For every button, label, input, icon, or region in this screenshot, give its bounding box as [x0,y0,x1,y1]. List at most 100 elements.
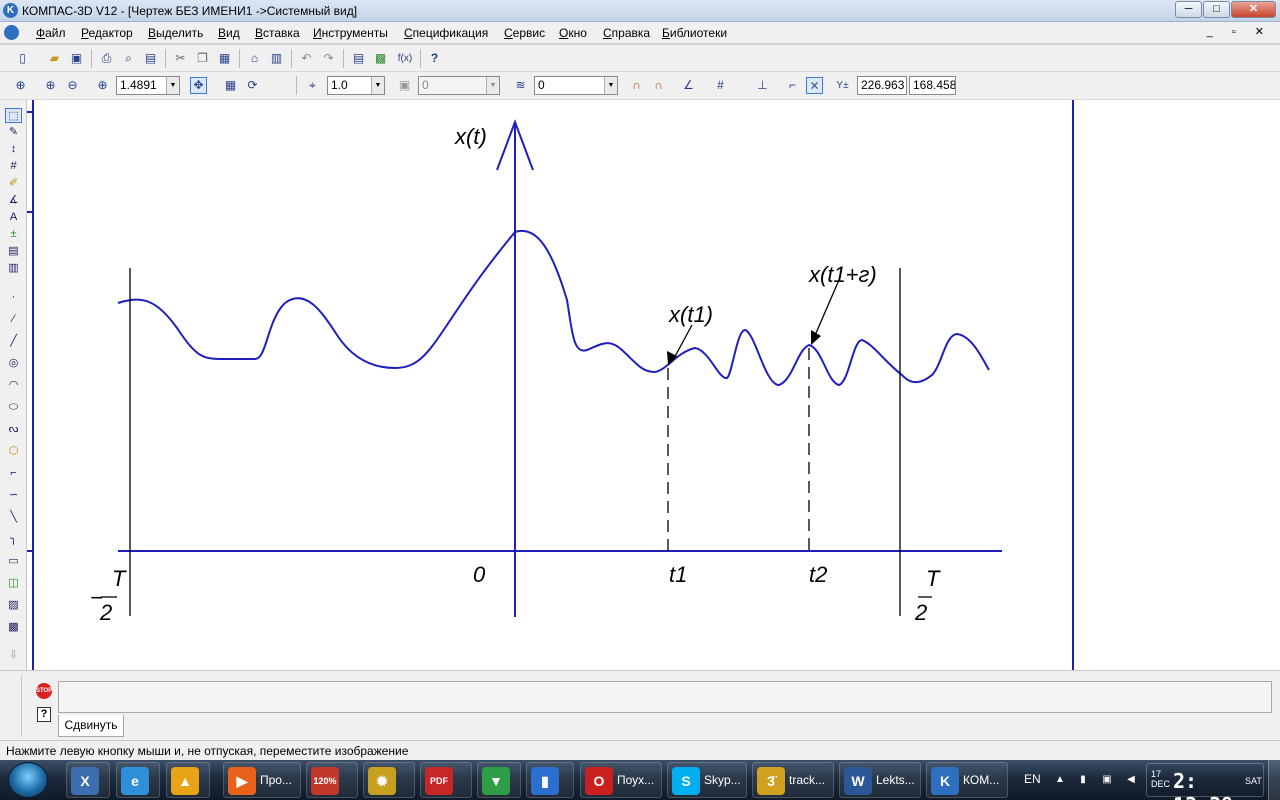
cut-icon[interactable]: ✂ [172,50,189,67]
bezier-icon[interactable]: ∽ [5,488,22,503]
print-icon[interactable]: ⎙ [98,50,115,67]
pan-icon[interactable]: ✥ [190,77,207,94]
dimension-icon[interactable]: ↕ [5,142,22,157]
open-folder-icon[interactable]: ▰ [46,50,63,67]
language-indicator[interactable]: EN [1024,772,1041,786]
fx-icon[interactable]: f(x) [394,50,416,67]
drawing-area[interactable]: x(t) 0 t1 t2 x(t1) x(t1+г) T − 2 T 2 [27,100,1280,670]
grid-icon[interactable]: # [712,77,729,94]
menu-tools[interactable]: Инструменты [313,26,388,40]
properties-icon[interactable]: ▥ [268,50,285,67]
print-preview-icon[interactable]: ⌕ [120,50,137,67]
taskbar-app-opera[interactable]: O Поух... [580,762,662,798]
snap-step-icon[interactable]: ⌖ [304,77,321,94]
menu-libraries[interactable]: Библиотеки [662,26,727,40]
fill-icon[interactable]: ▩ [5,620,22,635]
snap-icon[interactable]: ⨯ [806,77,823,94]
rectangle-icon[interactable]: ▭ [5,554,22,569]
measure-icon[interactable]: ∡ [5,193,22,208]
grid-step-combo[interactable]: 1.0 ▼ [327,76,385,95]
rebuild-icon[interactable]: ▦ [222,77,239,94]
coord-x-field[interactable]: 226.963 [857,76,907,95]
zoom-out-icon[interactable]: ⊖ [64,77,81,94]
spec-icon[interactable]: ± [5,227,22,242]
close-button[interactable]: ✕ [1231,1,1276,18]
zoom-scale-icon[interactable]: ⊕ [94,77,111,94]
ellipse-icon[interactable]: ⬭ [5,400,22,415]
polyline-icon[interactable]: ⌐ [5,466,22,481]
stop-icon[interactable]: STOP [36,683,52,699]
taskbar-app-player[interactable]: ▶ Про... [223,762,301,798]
document-icon[interactable] [4,25,19,40]
copy-icon[interactable]: ❐ [194,50,211,67]
zoom-in-icon[interactable]: ⊕ [42,77,59,94]
menu-insert[interactable]: Вставка [255,26,300,40]
chevron-down-icon[interactable]: ▼ [166,77,179,94]
chevron-down-icon[interactable]: ▼ [604,77,617,94]
library-icon[interactable]: ▩ [372,50,389,67]
show-hidden-icon[interactable]: ▲ [1053,774,1067,786]
undo-icon[interactable]: ↶ [298,50,315,67]
menu-service[interactable]: Сервис [504,26,545,40]
taskbar-app-media-app[interactable]: 3̈ track... [752,762,834,798]
paste-icon[interactable]: ▦ [216,50,233,67]
zoom-combo[interactable]: 1.4891 ▼ [116,76,180,95]
layer-icon[interactable]: ▣ [396,77,413,94]
segment-icon[interactable]: ╱ [5,334,22,349]
arc-icon[interactable]: ◠ [5,378,22,393]
local-cs-icon[interactable]: ⊥ [754,77,771,94]
usb-icon[interactable]: ▮ [1076,774,1090,786]
drawing-svg[interactable]: x(t) 0 t1 t2 x(t1) x(t1+г) T − 2 T 2 [27,100,1280,670]
taskbar-app-gear-app[interactable]: ✹ [363,762,415,798]
menu-window[interactable]: Окно [559,26,587,40]
menu-select[interactable]: Выделить [148,26,203,40]
taskbar-app-word[interactable]: W Lekts... [839,762,921,798]
volume-icon[interactable]: ◀ [1124,774,1138,786]
magnet-icon[interactable]: ∩ [628,77,645,94]
redo-icon[interactable]: ↷ [320,50,337,67]
taskbar-app-kompas[interactable]: K КОМ... [926,762,1008,798]
point-icon[interactable]: · [5,290,22,305]
network-icon[interactable]: ▣ [1100,774,1114,786]
manager-icon[interactable]: ▤ [350,50,367,67]
local-snap-icon[interactable]: ∩ [650,77,667,94]
taskbar-app-app-triangle[interactable]: ▲ [166,762,210,798]
export-icon[interactable]: ▤ [142,50,159,67]
layer-combo[interactable]: 0 ▼ [418,76,500,95]
show-desktop-button[interactable] [1268,760,1280,800]
style-combo[interactable]: 0 ▼ [534,76,618,95]
help-cursor-icon[interactable]: ? [426,50,443,67]
coord-y-field[interactable]: 168.458 [909,76,956,95]
mdi-window-controls[interactable]: _ ▫ ✕ [1207,25,1272,38]
fillet-icon[interactable]: ╮ [5,532,22,547]
taskbar-app-triangle-app[interactable]: ▼ [477,762,521,798]
taskbar-app-blue-app[interactable]: ▮ [526,762,574,798]
taskbar-app-zoom-app[interactable]: 120% [306,762,358,798]
zoom-all-icon[interactable]: ⊕ [12,77,29,94]
new-document-icon[interactable]: ▯ [14,50,31,67]
format-brush-icon[interactable]: ⌂ [246,50,263,67]
minimize-button[interactable]: ─ [1175,1,1202,18]
chevron-down-icon[interactable]: ▼ [371,77,384,94]
panel-grip[interactable] [4,675,22,737]
menu-help[interactable]: Справка [603,26,650,40]
menu-file[interactable]: Файл [36,26,66,40]
menu-view[interactable]: Вид [218,26,240,40]
chamfer-icon[interactable]: ╲ [5,510,22,525]
style-icon[interactable]: ≋ [512,77,529,94]
selection-icon[interactable]: A [5,210,22,225]
hatch-icon[interactable]: ▨ [5,598,22,613]
ortho-mode-icon[interactable]: ⌐ [784,77,801,94]
start-button[interactable] [8,762,48,798]
edit-icon[interactable]: ✎ [5,125,22,140]
taskbar-app-pdf-app[interactable]: PDF [420,762,472,798]
symbols-icon[interactable]: # [5,159,22,174]
maximize-button[interactable]: □ [1203,1,1230,18]
auxiliary-line-icon[interactable]: ⁄ [5,312,22,327]
menu-specification[interactable]: Спецификация [404,26,488,40]
save-icon[interactable]: ▣ [68,50,85,67]
sheet-icon[interactable]: ▥ [5,261,22,276]
property-field[interactable] [58,681,1272,713]
report-icon[interactable]: ▤ [5,244,22,259]
clock[interactable]: 17 DEC 2: 13:39 SAT [1146,763,1264,800]
